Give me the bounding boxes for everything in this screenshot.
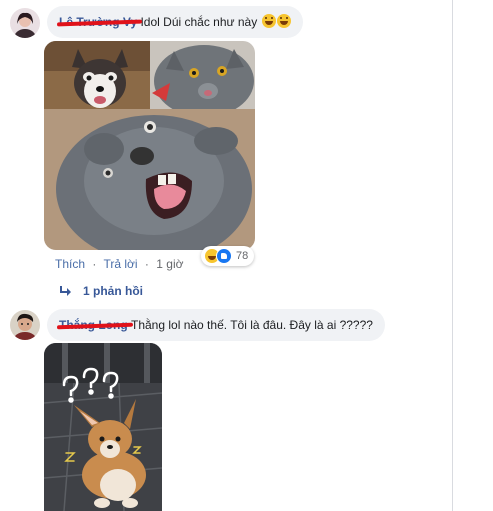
reply-link[interactable]: Trả lời (103, 257, 137, 271)
view-replies-link[interactable]: 1 phản hồi (59, 284, 143, 298)
avatar-commenter-2[interactable] (10, 310, 40, 340)
separator-dot: · (144, 257, 149, 271)
reaction-summary[interactable]: 78 (201, 246, 255, 266)
replies-count-label: 1 phản hồi (83, 284, 143, 298)
reply-arrow-icon (60, 286, 71, 296)
comment-author-1[interactable]: Lê Trường Vy (56, 15, 143, 29)
comment-bubble-1: Lê Trường Vy Idol Dúi chắc như này (47, 6, 303, 38)
separator-dot: · (92, 257, 97, 271)
comment-photo-1[interactable] (44, 41, 255, 250)
like-link[interactable]: Thích (55, 257, 85, 271)
corgi-puppy-photo (44, 343, 162, 511)
like-icon (216, 248, 232, 264)
grey-rodent-smiling-photo (44, 109, 255, 250)
comment-photo-2[interactable] (44, 343, 162, 511)
comment-bubble-2: Thắng Long Thằng lol nào thế. Tôi là đâu… (47, 309, 385, 341)
husky-dog-photo (44, 41, 150, 109)
comment-text-2: Thằng lol nào thế. Tôi là đâu. Đây là ai… (131, 318, 373, 332)
comment-author-2[interactable]: Thắng Long (56, 318, 134, 332)
grey-cat-photo (150, 41, 255, 117)
comment-time[interactable]: 1 giờ (156, 257, 183, 271)
haha-emoji (261, 14, 276, 28)
avatar-commenter-1[interactable] (10, 8, 40, 38)
reaction-count: 78 (236, 250, 249, 262)
comment-text-1: Idol Dúi chắc như này (140, 15, 258, 29)
comment-actions-1: Thích · Trả lời · 1 giờ (55, 257, 183, 271)
haha-emoji (276, 14, 291, 28)
